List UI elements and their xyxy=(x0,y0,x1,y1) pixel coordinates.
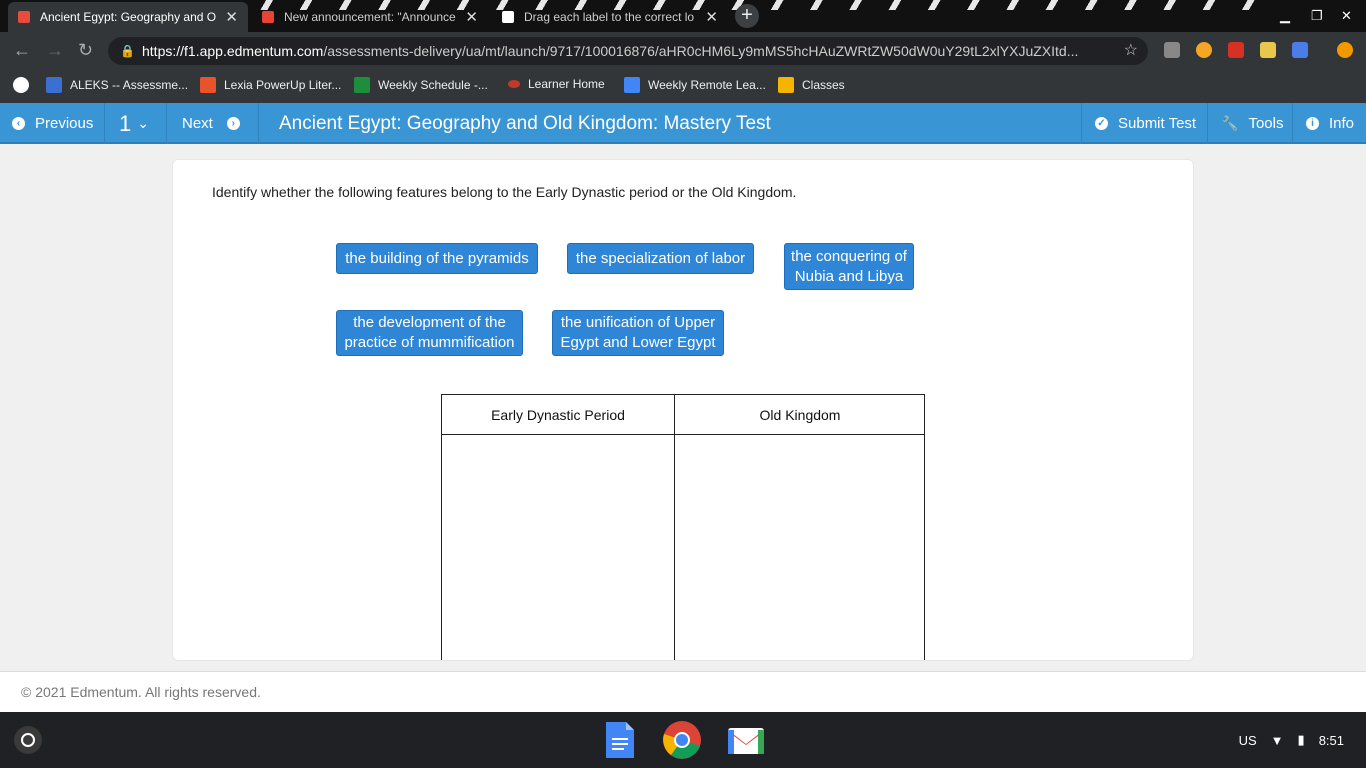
back-icon[interactable]: ← xyxy=(13,40,31,61)
tab-label: New announcement: "Announce xyxy=(284,10,456,24)
sorting-table: Early Dynastic Period Old Kingdom xyxy=(441,394,925,660)
bookmark-weekly-schedule[interactable]: Weekly Schedule -... xyxy=(354,77,488,93)
drag-label-unification[interactable]: the unification of Upper Egypt and Lower… xyxy=(552,310,724,356)
ime-indicator: US xyxy=(1238,732,1257,748)
question-selector[interactable]: 1 ⌄ xyxy=(105,103,167,144)
browser-toolbar: ← → ↻ 🔒 https://f1.app.edmentum.com/asse… xyxy=(0,32,1366,70)
drag-label-nubia-libya[interactable]: the conquering of Nubia and Libya xyxy=(784,243,914,290)
brainly-favicon-icon xyxy=(502,11,514,23)
os-shelf: US ▼ ▮ 8:51 xyxy=(0,712,1366,768)
question-prompt: Identify whether the following features … xyxy=(212,184,797,200)
tab-ancient-egypt[interactable]: Ancient Egypt: Geography and O ✕ xyxy=(8,2,248,32)
update-alert-icon[interactable] xyxy=(1337,42,1353,58)
gmail-extension-icon[interactable] xyxy=(1228,42,1244,58)
chevron-down-icon: ⌄ xyxy=(137,115,149,131)
submit-test-button[interactable]: ✓ Submit Test xyxy=(1081,103,1207,144)
assessment-header: ‹ Previous 1 ⌄ Next › Ancient Egypt: Geogra… xyxy=(0,103,1366,144)
column-header-old-kingdom: Old Kingdom xyxy=(675,395,925,435)
info-button[interactable]: i Info xyxy=(1292,103,1366,144)
tools-button[interactable]: 🔧 Tools xyxy=(1207,103,1292,144)
close-tab-icon[interactable]: ✕ xyxy=(225,8,238,26)
drag-label-mummification[interactable]: the development of the practice of mummi… xyxy=(336,310,523,356)
copyright-footer: © 2021 Edmentum. All rights reserved. xyxy=(0,671,1366,712)
launcher-icon[interactable] xyxy=(14,726,42,754)
reload-icon[interactable]: ↻ xyxy=(78,40,93,61)
extension-grid-icon[interactable] xyxy=(1260,42,1276,58)
check-circle-icon: ✓ xyxy=(1095,117,1108,130)
new-tab-button[interactable]: + xyxy=(735,4,759,28)
next-arrow-icon: › xyxy=(226,117,240,130)
chrome-icon[interactable] xyxy=(662,720,702,760)
bookmark-classes[interactable]: Classes xyxy=(778,77,845,93)
wrench-icon: 🔧 xyxy=(1221,115,1239,131)
close-tab-icon[interactable]: ✕ xyxy=(705,8,718,26)
drag-label-specialization[interactable]: the specialization of labor xyxy=(567,243,754,274)
aleks-icon xyxy=(46,77,62,93)
gmail-icon[interactable] xyxy=(726,720,766,760)
info-icon: i xyxy=(1306,117,1319,130)
google-icon[interactable] xyxy=(13,77,37,93)
drop-zone-old-kingdom[interactable] xyxy=(675,435,925,660)
lock-icon: 🔒 xyxy=(120,44,135,58)
wifi-icon: ▼ xyxy=(1270,732,1284,748)
extension-cube-icon[interactable] xyxy=(1292,42,1308,58)
bookmark-lexia[interactable]: Lexia PowerUp Liter... xyxy=(200,77,341,93)
sheets-icon xyxy=(354,77,370,93)
tab-announcement[interactable]: New announcement: "Announce ✕ xyxy=(252,2,488,32)
close-tab-icon[interactable]: ✕ xyxy=(465,8,478,26)
docs-icon xyxy=(624,77,640,93)
clock: 8:51 xyxy=(1318,732,1344,748)
previous-arrow-icon: ‹ xyxy=(12,117,25,130)
url-host: https://f1.app.edmentum.com xyxy=(142,43,324,59)
forward-icon[interactable]: → xyxy=(46,40,64,61)
battery-icon: ▮ xyxy=(1297,732,1305,747)
address-bar[interactable]: 🔒 https://f1.app.edmentum.com/assessment… xyxy=(108,37,1148,65)
status-tray[interactable]: US ▼ ▮ 8:51 xyxy=(1239,712,1366,768)
url-path: /assessments-delivery/ua/mt/launch/9717/… xyxy=(323,43,1079,59)
question-card: Identify whether the following features … xyxy=(172,159,1194,661)
bookmark-aleks[interactable]: ALEKS -- Assessme... xyxy=(46,77,188,93)
gmail-favicon-icon xyxy=(262,11,274,23)
column-header-early-dynastic: Early Dynastic Period xyxy=(442,395,674,435)
bookmark-star-icon[interactable]: ☆ xyxy=(1124,37,1138,65)
extension-location-icon[interactable] xyxy=(1196,42,1212,58)
lexia-icon xyxy=(200,77,216,93)
minimize-icon[interactable]: ▁ xyxy=(1280,8,1290,24)
extension-puzzle-icon[interactable] xyxy=(1164,42,1180,58)
edmentum-favicon-icon xyxy=(18,11,30,23)
restore-icon[interactable]: ❐ xyxy=(1311,8,1323,24)
previous-button[interactable]: ‹ Previous xyxy=(0,103,105,144)
tab-label: Ancient Egypt: Geography and O xyxy=(40,10,217,24)
drag-label-pyramids[interactable]: the building of the pyramids xyxy=(336,243,538,274)
close-window-icon[interactable]: ✕ xyxy=(1341,8,1352,24)
bookmark-weekly-remote[interactable]: Weekly Remote Lea... xyxy=(624,77,766,93)
drop-zone-early-dynastic[interactable] xyxy=(442,435,674,660)
browser-tab-strip: Ancient Egypt: Geography and O ✕ New ann… xyxy=(0,0,1366,32)
tab-label: Drag each label to the correct lo xyxy=(524,10,695,24)
tab-drag-label[interactable]: Drag each label to the correct lo ✕ xyxy=(492,2,728,32)
google-docs-icon[interactable] xyxy=(600,720,640,760)
bookmarks-bar: ALEKS -- Assessme... Lexia PowerUp Liter… xyxy=(0,70,1366,103)
classroom-icon xyxy=(778,77,794,93)
next-button[interactable]: Next › xyxy=(167,103,259,144)
page-title: Ancient Egypt: Geography and Old Kingdom… xyxy=(279,113,771,134)
edmentum-icon xyxy=(508,80,520,88)
bookmark-learner-home[interactable]: Learner Home xyxy=(508,77,605,91)
